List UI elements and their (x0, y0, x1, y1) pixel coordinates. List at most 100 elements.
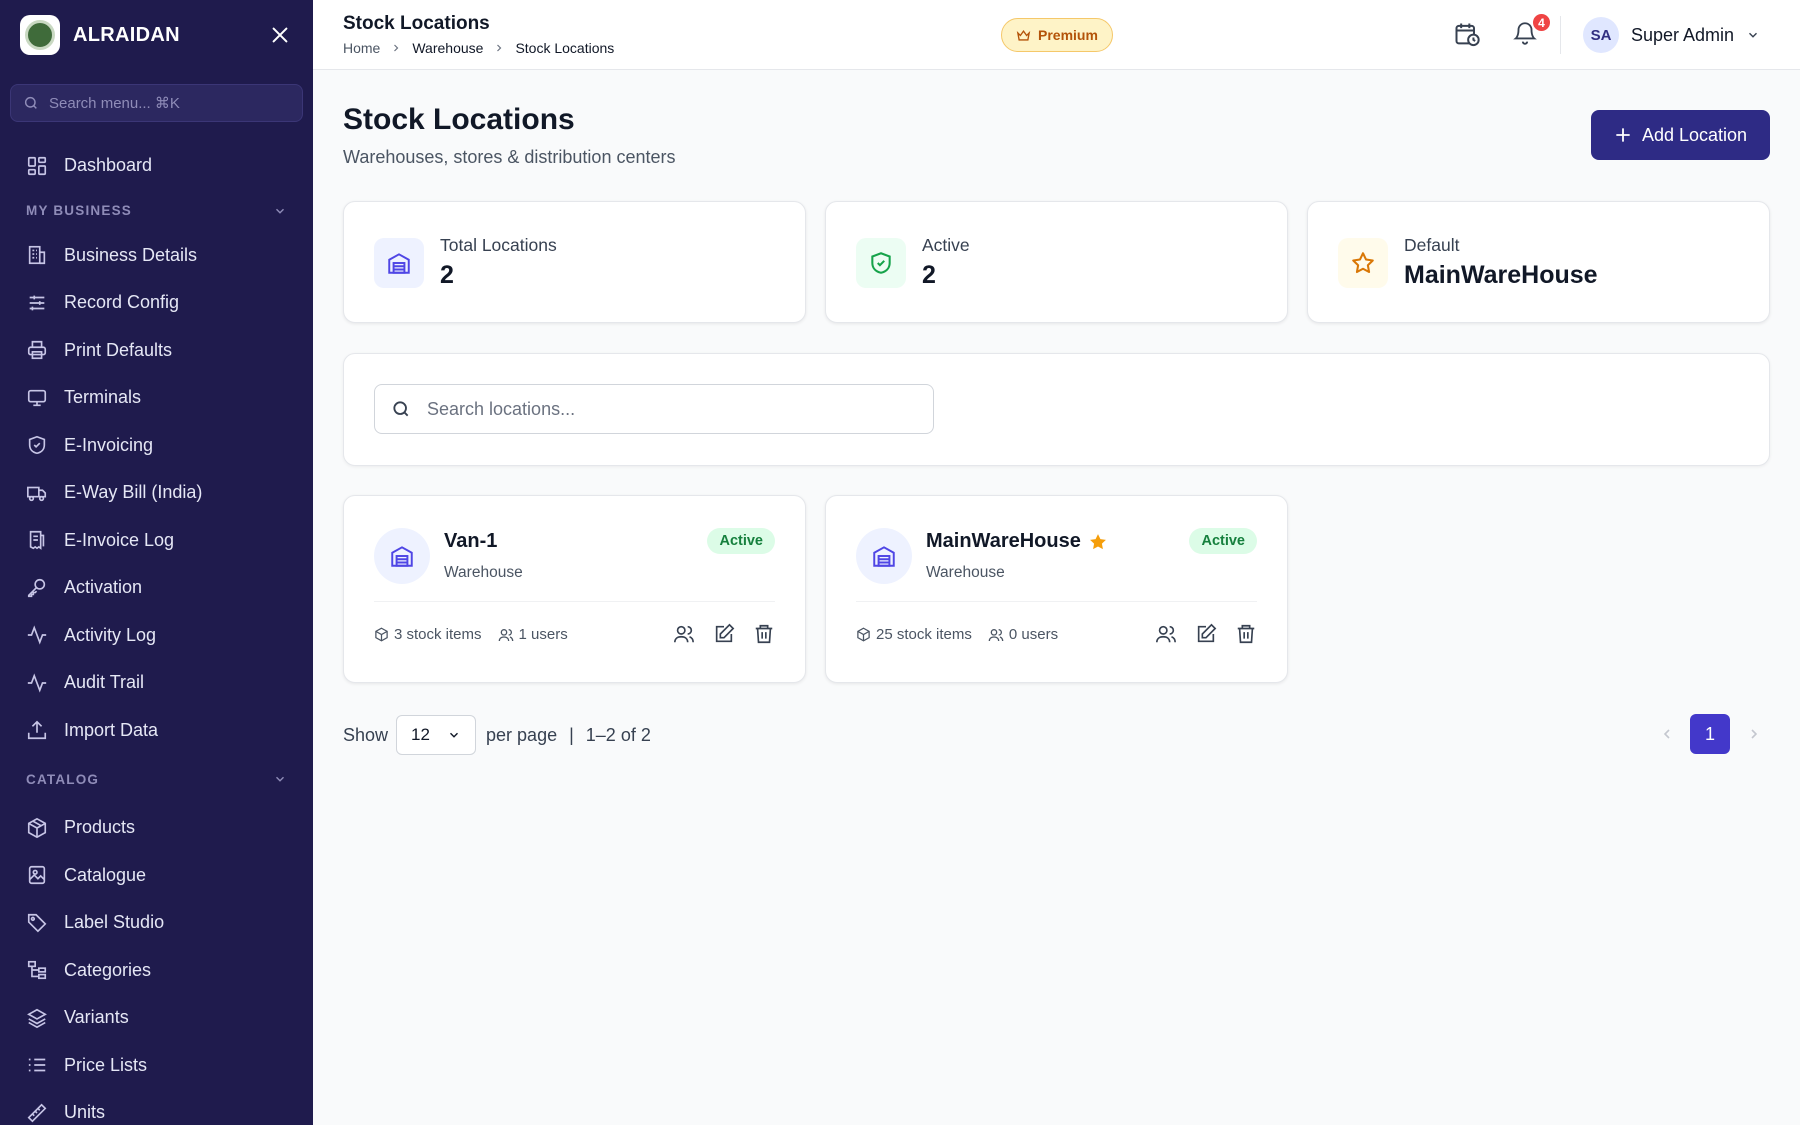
sliders-icon (29, 295, 45, 311)
edit-icon[interactable] (713, 623, 735, 645)
edit-icon[interactable] (1195, 623, 1217, 645)
sidebar-item-e-way-bill[interactable]: E-Way Bill (India) (0, 469, 313, 517)
status-badge: Active (1189, 528, 1257, 554)
per-page-value: 12 (411, 725, 430, 744)
stat-value: MainWareHouse (1404, 261, 1598, 289)
breadcrumb-home[interactable]: Home (343, 40, 380, 56)
sidebar-item-label: Catalogue (64, 864, 147, 885)
sidebar-item-label: Record Config (64, 292, 180, 313)
user-count: 0 users (1008, 626, 1059, 643)
users-icon[interactable] (673, 623, 695, 645)
page-button-1[interactable]: 1 (1690, 714, 1730, 754)
prev-page-icon[interactable] (1659, 726, 1675, 742)
location-type: Warehouse (444, 564, 523, 581)
breadcrumb: Home Warehouse Stock Locations (343, 40, 614, 56)
sidebar-item-label: Print Defaults (64, 339, 173, 360)
close-sidebar-button[interactable] (267, 22, 293, 48)
user-menu[interactable]: SA Super Admin (1583, 17, 1760, 53)
card-divider (374, 601, 775, 602)
page-subtitle: Warehouses, stores & distribution center… (343, 147, 676, 167)
sidebar-item-terminals[interactable]: Terminals (0, 374, 313, 422)
section-catalog[interactable]: CATALOG (0, 754, 313, 804)
tag-icon (27, 913, 47, 933)
list-icon (28, 1058, 46, 1072)
sidebar-item-label: Label Studio (64, 912, 165, 933)
location-name: MainWareHouse (926, 530, 1108, 553)
user-name: Super Admin (1631, 24, 1735, 45)
chevron-right-icon (497, 44, 502, 52)
users-icon[interactable] (1155, 623, 1177, 645)
stat-value: 2 (440, 261, 454, 289)
stat-label: Default (1404, 235, 1460, 255)
card-actions (673, 623, 775, 645)
box-icon (27, 817, 47, 838)
location-card[interactable]: MainWareHouse Warehouse Active 25 stock … (825, 495, 1288, 683)
sidebar-item-business-details[interactable]: Business Details (0, 232, 313, 280)
sidebar-item-products[interactable]: Products (0, 804, 313, 852)
sidebar-item-label: Variants (64, 1007, 129, 1028)
sidebar-item-label: Audit Trail (64, 672, 145, 693)
breadcrumb-warehouse[interactable]: Warehouse (412, 40, 483, 56)
notifications-button[interactable]: 4 (1512, 12, 1552, 50)
warehouse-icon (374, 238, 424, 288)
location-card[interactable]: Van-1 Warehouse Active 3 stock items 1 u… (343, 495, 806, 683)
sidebar-item-dashboard[interactable]: Dashboard (0, 142, 313, 190)
location-meta: 25 stock items 0 users (856, 626, 1074, 643)
sidebar-item-price-lists[interactable]: Price Lists (0, 1042, 313, 1090)
sidebar-item-label: Activity Log (64, 624, 157, 645)
box-icon (857, 627, 870, 642)
warehouse-icon (856, 528, 912, 584)
location-type: Warehouse (926, 564, 1005, 581)
sidebar-search[interactable]: Search menu... ⌘K (10, 84, 303, 122)
box-icon (375, 627, 388, 642)
per-page-label: per page (486, 724, 558, 745)
sidebar-search-placeholder: Search menu... ⌘K (49, 95, 180, 112)
sidebar-item-label-studio[interactable]: Label Studio (0, 899, 313, 947)
sidebar-item-activity-log[interactable]: Activity Log (0, 612, 313, 660)
trash-icon[interactable] (753, 623, 775, 645)
search-box (374, 384, 934, 434)
pager-separator: | (569, 724, 574, 745)
sidebar-item-activation[interactable]: Activation (0, 564, 313, 612)
brand-logo (20, 15, 60, 55)
trash-icon[interactable] (1235, 623, 1257, 645)
next-page-icon[interactable] (1746, 726, 1762, 742)
chevron-right-icon (394, 44, 399, 52)
image-icon (28, 866, 46, 885)
key-icon (27, 578, 46, 597)
page-title: Stock Locations (343, 103, 575, 136)
sidebar-item-label: E-Invoice Log (64, 529, 175, 550)
chevron-down-icon (450, 732, 459, 738)
per-page-select[interactable]: 12 (396, 715, 477, 755)
stat-label: Active (922, 235, 970, 255)
close-icon (272, 27, 288, 43)
sidebar-item-record-config[interactable]: Record Config (0, 279, 313, 327)
sidebar-item-e-invoicing[interactable]: E-Invoicing (0, 422, 313, 470)
sidebar-item-units[interactable]: Units (0, 1089, 313, 1125)
location-name: Van-1 (444, 530, 498, 552)
premium-badge[interactable]: Premium (1001, 18, 1113, 52)
activity-icon (27, 673, 47, 693)
brand-header: ALRAIDAN (0, 0, 313, 70)
sidebar-item-import-data[interactable]: Import Data (0, 707, 313, 755)
add-location-button[interactable]: Add Location (1591, 110, 1770, 160)
sidebar-item-print-defaults[interactable]: Print Defaults (0, 327, 313, 375)
section-my-business[interactable]: MY BUSINESS (0, 190, 313, 232)
search-input[interactable] (427, 398, 907, 420)
card-divider (856, 601, 1257, 602)
sidebar-item-e-invoice-log[interactable]: E-Invoice Log (0, 517, 313, 565)
sidebar-item-audit-trail[interactable]: Audit Trail (0, 659, 313, 707)
section-title: MY BUSINESS (26, 203, 132, 218)
main-content: Stock Locations Warehouses, stores & dis… (313, 70, 1800, 1125)
grid-icon (27, 156, 47, 175)
sidebar-item-label: Dashboard (64, 155, 153, 176)
sidebar-item-catalogue[interactable]: Catalogue (0, 852, 313, 900)
header-divider (1560, 16, 1561, 54)
chevron-down-icon (276, 208, 284, 214)
sidebar-item-variants[interactable]: Variants (0, 994, 313, 1042)
users-icon (988, 628, 1004, 641)
sidebar-item-categories[interactable]: Categories (0, 947, 313, 995)
calendar-button[interactable] (1453, 20, 1483, 50)
stock-count: 3 stock items (394, 626, 482, 643)
user-count: 1 users (518, 626, 568, 643)
